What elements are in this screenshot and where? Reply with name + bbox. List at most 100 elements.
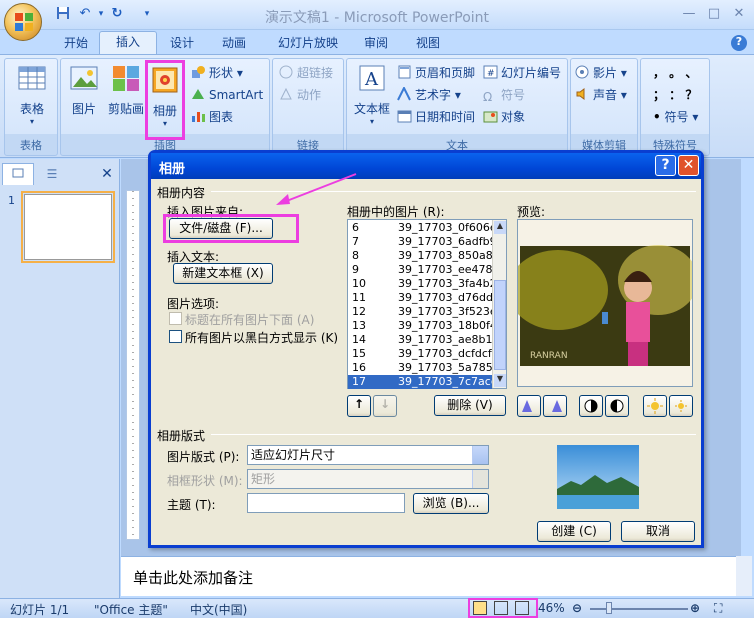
picture-name: 39_17703_3fa4b2 xyxy=(398,277,492,290)
shapes-button[interactable]: 形状 ▾ xyxy=(191,64,243,82)
minimize-icon[interactable]: — xyxy=(679,6,699,22)
clipart-button[interactable]: 剪贴画 xyxy=(105,63,147,117)
close-pane-icon[interactable]: ✕ xyxy=(98,165,116,183)
theme-label: 主题 (T): xyxy=(167,498,216,512)
tab-review[interactable]: 审阅 xyxy=(356,34,396,54)
picture-list-item[interactable]: 12 39_17703_3f523e xyxy=(348,305,492,319)
pictures-listbox[interactable]: 6 39_17703_0f606ef 7 39_17703_6adfb9 8 39_177… xyxy=(347,219,507,389)
album-content-header: 相册内容 xyxy=(157,186,206,200)
slide-sorter-view-icon[interactable] xyxy=(494,601,508,615)
decrease-brightness-button[interactable] xyxy=(669,395,693,417)
theme-input[interactable] xyxy=(247,493,405,513)
browse-button[interactable]: 浏览 (B)... xyxy=(413,493,489,514)
rotate-left-button[interactable] xyxy=(517,395,541,417)
tab-animations[interactable]: 动画 xyxy=(214,34,254,54)
slide-thumbnail[interactable] xyxy=(21,191,115,263)
calendar-icon xyxy=(397,109,412,123)
picture-list-item[interactable]: 14 39_17703_ae8b18 xyxy=(348,333,492,347)
notes-scrollbar[interactable] xyxy=(736,556,752,596)
zoom-slider[interactable] xyxy=(590,608,688,610)
table-button[interactable]: 表格 ▾ xyxy=(11,63,53,126)
sound-button[interactable]: 声音 ▾ xyxy=(575,86,627,104)
increase-brightness-button[interactable] xyxy=(643,395,667,417)
picture-list-item[interactable]: 11 39_17703_d76dd0 xyxy=(348,291,492,305)
photo-album-button[interactable]: 相册 ▾ xyxy=(145,60,185,140)
table-label: 表格 xyxy=(19,102,44,116)
caption-below-checkbox[interactable] xyxy=(169,312,182,325)
picture-list-item[interactable]: 13 39_17703_18b0f4 xyxy=(348,319,492,333)
slides-tab[interactable] xyxy=(2,163,34,185)
file-disk-button[interactable]: 文件/磁盘 (F)... xyxy=(169,218,273,239)
picture-list-item[interactable]: 7 39_17703_6adfb9 xyxy=(348,235,492,249)
zoom-level[interactable]: 46% xyxy=(538,601,565,615)
office-button[interactable] xyxy=(4,3,42,41)
picture-list-item[interactable]: 6 39_17703_0f606ef xyxy=(348,221,492,235)
cancel-button[interactable]: 取消 xyxy=(621,521,695,542)
notes-pane[interactable]: 单击此处添加备注 xyxy=(121,556,741,596)
move-up-button[interactable]: ↑ xyxy=(347,395,371,417)
tab-home[interactable]: 开始 xyxy=(56,34,96,54)
rotate-right-button[interactable] xyxy=(543,395,567,417)
datetime-button[interactable]: 日期和时间 xyxy=(397,108,475,126)
move-down-button[interactable]: ↓ xyxy=(373,395,397,417)
slide-number-button[interactable]: # 幻灯片编号 xyxy=(483,64,561,82)
punctuation-row-1[interactable]: ， 。 、 xyxy=(653,64,697,82)
scroll-up-icon[interactable]: ▲ xyxy=(494,221,506,234)
help-icon[interactable]: ? xyxy=(731,35,747,51)
action-button[interactable]: 动作 xyxy=(279,86,321,104)
contrast-up-icon xyxy=(584,399,598,413)
theme-indicator: "Office 主题" xyxy=(94,603,168,617)
scroll-thumb[interactable] xyxy=(494,280,506,370)
tab-view[interactable]: 视图 xyxy=(408,34,448,54)
black-white-checkbox[interactable] xyxy=(169,330,182,343)
picture-list-item[interactable]: 10 39_17703_3fa4b2 xyxy=(348,277,492,291)
object-button[interactable]: 对象 xyxy=(483,108,525,126)
hyperlink-button[interactable]: 超链接 xyxy=(279,64,333,82)
decrease-contrast-button[interactable] xyxy=(605,395,629,417)
symbol-button[interactable]: Ω 符号 xyxy=(483,86,525,104)
zoom-out-icon[interactable]: ⊖ xyxy=(572,601,582,615)
slideshow-view-icon[interactable] xyxy=(515,601,529,615)
fit-window-icon[interactable]: ⛶ xyxy=(714,601,722,616)
list-scrollbar[interactable]: ▲ ▼ xyxy=(492,220,506,388)
delete-button[interactable]: 删除 (V) xyxy=(434,395,506,416)
header-footer-button[interactable]: 页眉和页脚 xyxy=(397,64,475,82)
punctuation-row-2[interactable]: ； ： ？ xyxy=(653,86,697,104)
picture-list-item[interactable]: 15 39_17703_dcfdcf xyxy=(348,347,492,361)
action-label: 动作 xyxy=(297,88,322,102)
smartart-button[interactable]: SmartArt xyxy=(191,86,263,104)
zoom-slider-thumb[interactable] xyxy=(606,602,612,614)
increase-contrast-button[interactable] xyxy=(579,395,603,417)
create-button[interactable]: 创建 (C) xyxy=(537,521,611,542)
wordart-button[interactable]: 艺术字 ▾ xyxy=(397,85,461,104)
special-symbol-button[interactable]: • 符号 ▾ xyxy=(653,108,698,126)
scroll-down-icon[interactable]: ▼ xyxy=(494,374,506,387)
dialog-close-icon[interactable]: ✕ xyxy=(678,155,699,176)
layout-preview-image xyxy=(557,445,639,509)
chevron-down-icon xyxy=(472,470,488,488)
wordart-icon xyxy=(397,85,412,101)
zoom-in-icon[interactable]: ⊕ xyxy=(690,601,700,615)
maximize-icon[interactable]: □ xyxy=(704,6,724,22)
picture-list-item[interactable]: 17 39_17703_7c7acd xyxy=(348,375,492,389)
pictures-in-album-label: 相册中的图片 (R): xyxy=(347,205,445,219)
picture-list-item[interactable]: 8 39_17703_850a8c xyxy=(348,249,492,263)
shapes-label: 形状 xyxy=(209,66,234,80)
outline-tab[interactable]: ☰ xyxy=(36,165,68,185)
tab-slideshow[interactable]: 幻灯片放映 xyxy=(268,34,348,54)
picture-list-item[interactable]: 9 39_17703_ee478f xyxy=(348,263,492,277)
speaker-icon xyxy=(575,87,590,101)
normal-view-icon[interactable] xyxy=(473,601,487,615)
movie-button[interactable]: 影片 ▾ xyxy=(575,64,627,82)
tab-design[interactable]: 设计 xyxy=(162,34,202,54)
picture-name: 39_17703_0f606ef xyxy=(398,221,492,234)
picture-layout-select[interactable]: 适应幻灯片尺寸 xyxy=(247,445,489,465)
frame-shape-select[interactable]: 矩形 xyxy=(247,469,489,489)
picture-list-item[interactable]: 16 39_17703_5a7858 xyxy=(348,361,492,375)
new-textbox-button[interactable]: 新建文本框 (X) xyxy=(173,263,273,284)
picture-button[interactable]: 图片 xyxy=(65,63,103,117)
chart-button[interactable]: 图表 xyxy=(191,108,233,126)
textbox-button[interactable]: A 文本框 ▾ xyxy=(351,63,393,126)
dialog-help-icon[interactable]: ? xyxy=(655,155,676,176)
close-icon[interactable]: ✕ xyxy=(729,6,749,22)
